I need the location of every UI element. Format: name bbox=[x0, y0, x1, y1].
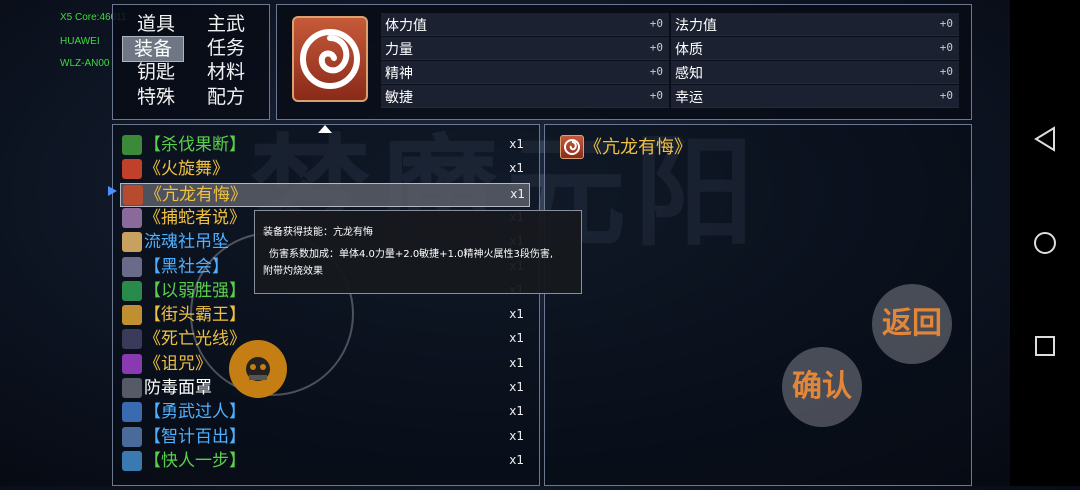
item-quantity: x1 bbox=[509, 331, 524, 346]
item-row[interactable]: 《亢龙有悔》 x1 bbox=[120, 182, 530, 207]
stat-row: 敏捷 +0 bbox=[381, 85, 669, 108]
stat-value: +0 bbox=[649, 41, 663, 54]
tooltip-description: 伤害系数加成：单体4.0力量+2.0敏捷+1.0精神火属性3段伤害, bbox=[269, 249, 554, 260]
menu-tab[interactable]: 装备 bbox=[122, 36, 184, 62]
selection-pointer-icon bbox=[108, 186, 117, 196]
item-name: 《火旋舞》 bbox=[144, 159, 229, 180]
item-quantity: x1 bbox=[510, 186, 525, 201]
item-icon bbox=[122, 159, 142, 180]
item-icon bbox=[122, 305, 142, 326]
item-icon bbox=[122, 256, 142, 277]
menu-tab[interactable]: 道具 bbox=[126, 12, 186, 36]
stat-value: +0 bbox=[939, 41, 953, 54]
item-icon bbox=[122, 426, 142, 447]
item-name: 【勇武过人】 bbox=[144, 402, 246, 423]
back-button[interactable]: 返回 bbox=[872, 284, 952, 364]
stat-row: 幸运 +0 bbox=[671, 85, 959, 108]
nav-back-icon[interactable] bbox=[1034, 126, 1055, 152]
item-name: 【杀伐果断】 bbox=[144, 135, 246, 155]
menu-tab[interactable]: 特殊 bbox=[126, 85, 186, 109]
item-icon bbox=[122, 378, 142, 398]
stat-row: 法力值 +0 bbox=[671, 13, 959, 36]
item-quantity: x1 bbox=[509, 307, 524, 322]
confirm-button[interactable]: 确认 bbox=[782, 347, 862, 427]
item-icon bbox=[122, 207, 142, 228]
item-icon bbox=[122, 135, 142, 155]
item-name: 《亢龙有悔》 bbox=[145, 184, 247, 205]
item-row[interactable]: 【快人一步】 x1 bbox=[120, 450, 528, 472]
item-icon bbox=[122, 329, 142, 350]
item-name: 防毒面罩 bbox=[144, 378, 212, 398]
menu-tab[interactable]: 配方 bbox=[196, 85, 256, 109]
stat-row: 力量 +0 bbox=[381, 37, 669, 60]
stat-value: +0 bbox=[649, 89, 663, 102]
stat-value: +0 bbox=[649, 65, 663, 78]
item-quantity: x1 bbox=[509, 404, 524, 419]
character-face-icon bbox=[246, 357, 270, 381]
item-row[interactable]: 【杀伐果断】 x1 bbox=[120, 134, 528, 156]
item-row[interactable]: 【智计百出】 x1 bbox=[120, 426, 528, 448]
item-name: 流魂社吊坠 bbox=[144, 232, 229, 253]
item-name: 【智计百出】 bbox=[144, 426, 246, 447]
menu-tab[interactable]: 主武 bbox=[196, 12, 256, 36]
stat-row: 精神 +0 bbox=[381, 61, 669, 84]
stat-label: 幸运 bbox=[675, 90, 703, 106]
stat-label: 力量 bbox=[385, 42, 413, 58]
item-row[interactable]: 【勇武过人】 x1 bbox=[120, 401, 528, 423]
detail-item-icon bbox=[560, 135, 584, 159]
item-quantity: x1 bbox=[509, 380, 524, 394]
scroll-up-icon[interactable] bbox=[318, 125, 332, 133]
skill-swirl-icon bbox=[292, 16, 368, 102]
item-icon bbox=[122, 280, 142, 301]
tooltip-title: 装备获得技能：亢龙有悔 bbox=[263, 227, 373, 238]
item-row[interactable]: 《火旋舞》 x1 bbox=[120, 158, 528, 180]
stat-value: +0 bbox=[649, 17, 663, 30]
stat-row: 感知 +0 bbox=[671, 61, 959, 84]
item-quantity: x1 bbox=[509, 137, 524, 151]
item-quantity: x1 bbox=[509, 355, 524, 370]
stat-value: +0 bbox=[939, 89, 953, 102]
stat-value: +0 bbox=[939, 65, 953, 78]
menu-tab[interactable]: 材料 bbox=[196, 60, 256, 84]
stat-label: 体质 bbox=[675, 42, 703, 58]
debug-line: WLZ-AN00 bbox=[60, 58, 110, 69]
debug-line: HUAWEI bbox=[60, 36, 100, 47]
system-nav-bar bbox=[1010, 0, 1080, 486]
item-icon bbox=[122, 402, 142, 423]
item-icon bbox=[122, 450, 142, 471]
item-quantity: x1 bbox=[509, 428, 524, 443]
detail-item-name: 《亢龙有悔》 bbox=[584, 137, 692, 158]
stat-label: 精神 bbox=[385, 66, 413, 82]
item-row[interactable]: 防毒面罩 x1 bbox=[120, 377, 528, 399]
item-quantity: x1 bbox=[509, 161, 524, 176]
menu-tab[interactable]: 任务 bbox=[196, 36, 256, 60]
nav-recents-icon[interactable] bbox=[1035, 336, 1055, 356]
item-icon bbox=[122, 353, 142, 374]
stat-row: 体力值 +0 bbox=[381, 13, 669, 36]
stat-label: 体力值 bbox=[385, 18, 427, 34]
item-name: 《捕蛇者说》 bbox=[144, 207, 246, 228]
stat-value: +0 bbox=[939, 17, 953, 30]
item-icon bbox=[123, 184, 143, 205]
menu-tab[interactable]: 钥匙 bbox=[126, 60, 186, 84]
stat-label: 感知 bbox=[675, 66, 703, 82]
stat-row: 体质 +0 bbox=[671, 37, 959, 60]
item-quantity: x1 bbox=[509, 452, 524, 467]
nav-home-icon[interactable] bbox=[1034, 232, 1056, 254]
tooltip-effect: 附带灼烧效果 bbox=[263, 266, 323, 277]
stat-label: 法力值 bbox=[675, 18, 717, 34]
item-name: 【快人一步】 bbox=[144, 450, 246, 471]
item-icon bbox=[122, 232, 142, 253]
stat-label: 敏捷 bbox=[385, 90, 413, 106]
skill-tooltip: 装备获得技能：亢龙有悔 伤害系数加成：单体4.0力量+2.0敏捷+1.0精神火属… bbox=[254, 210, 582, 294]
joystick-knob[interactable] bbox=[229, 340, 287, 398]
